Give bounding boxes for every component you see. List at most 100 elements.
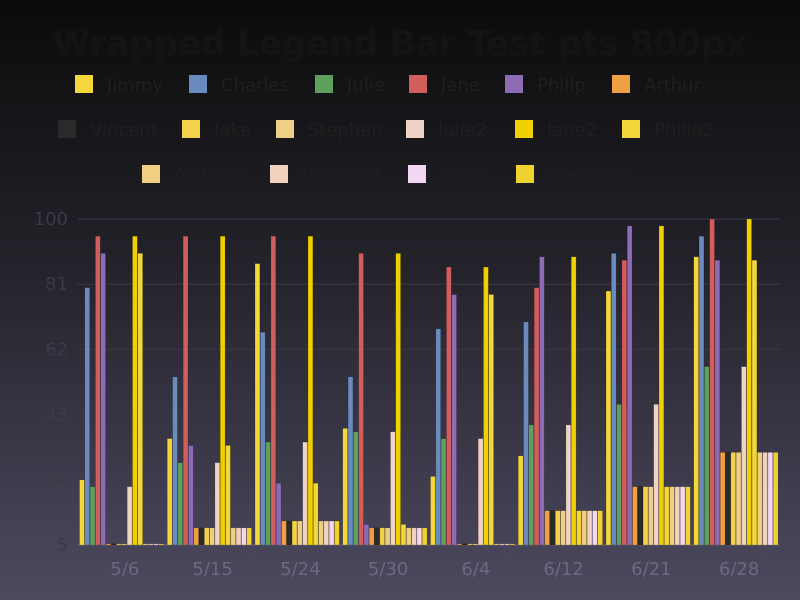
x-axis: 5/6 5/15 5/24 5/30 6/4 6/12 6/21 6/28 bbox=[110, 559, 759, 580]
bar-philip bbox=[626, 225, 633, 546]
bar-philip2 bbox=[313, 482, 319, 546]
bar-julie2 bbox=[741, 366, 747, 546]
bar-vincent bbox=[111, 543, 117, 546]
bar-stephen2 bbox=[334, 520, 340, 546]
bar-stephen bbox=[648, 486, 654, 546]
bar-stephen2 bbox=[421, 527, 428, 546]
bar-charles bbox=[84, 287, 90, 546]
bar-charles bbox=[347, 376, 354, 546]
bar-philip bbox=[539, 256, 545, 546]
bar-vincent bbox=[725, 452, 731, 546]
bar-jane2 bbox=[132, 235, 138, 546]
bar-stephen bbox=[121, 543, 128, 546]
bar-stephen bbox=[472, 543, 479, 546]
bar-arthur2 bbox=[493, 543, 500, 546]
bar-philip bbox=[275, 482, 282, 546]
bar-stephen2 bbox=[597, 510, 603, 546]
bar-vincent2 bbox=[762, 452, 768, 546]
bar-julie2 bbox=[390, 431, 396, 546]
bar-philip bbox=[363, 524, 370, 546]
legend-swatch bbox=[406, 120, 424, 138]
bar-jake bbox=[467, 543, 473, 546]
bar-julie2 bbox=[565, 424, 572, 546]
bar-jimmy bbox=[167, 438, 173, 546]
bar-philip2 bbox=[137, 253, 143, 546]
bar-charles bbox=[435, 328, 441, 546]
bar-julie bbox=[616, 404, 622, 546]
bar-vincent bbox=[637, 486, 643, 546]
legend: Jimmy Charles Julie Jane Philip Arthur Vincent… bbox=[58, 75, 714, 186]
bar-stephen2 bbox=[685, 486, 691, 546]
legend-swatch bbox=[276, 120, 294, 138]
bar-stephen2 bbox=[246, 527, 252, 546]
bar-arthur2 bbox=[318, 520, 324, 546]
bar-philip bbox=[188, 445, 194, 546]
bar-jake2 bbox=[241, 527, 247, 546]
bar-stephen bbox=[735, 452, 742, 546]
x-tick-label: 6/28 bbox=[719, 559, 759, 580]
bar-vincent bbox=[198, 527, 205, 546]
bar-jake2 bbox=[504, 543, 510, 546]
bar-julie2 bbox=[653, 404, 659, 546]
bar-philip2 bbox=[751, 259, 758, 546]
bar-julie bbox=[704, 366, 710, 546]
bar-julie bbox=[440, 438, 447, 546]
bar-jake2 bbox=[416, 527, 423, 546]
bar-jane bbox=[95, 235, 101, 546]
bar-philip2 bbox=[400, 524, 407, 546]
bar-vincent2 bbox=[674, 486, 681, 546]
bar-charles bbox=[611, 253, 617, 546]
bar-charles bbox=[260, 331, 266, 546]
bar-jimmy bbox=[605, 290, 612, 546]
bar-jake bbox=[642, 486, 649, 546]
y-tick-label: 5 bbox=[57, 535, 68, 556]
bar-arthur bbox=[632, 486, 638, 546]
x-tick-label: 6/12 bbox=[543, 559, 583, 580]
legend-swatch bbox=[189, 75, 207, 93]
legend-swatch bbox=[516, 165, 534, 183]
bar-arthur2 bbox=[669, 486, 675, 546]
legend-swatch bbox=[612, 75, 630, 93]
legend-swatch bbox=[505, 75, 523, 93]
bar-philip2 bbox=[664, 486, 670, 546]
legend-label: Philip bbox=[537, 75, 586, 96]
bar-stephen2 bbox=[509, 543, 516, 546]
bar-julie bbox=[89, 486, 96, 546]
legend-label: Vincent bbox=[90, 120, 158, 141]
bar-julie2 bbox=[126, 486, 133, 546]
bar-jake bbox=[555, 510, 561, 546]
bar-philip bbox=[714, 259, 721, 546]
bar-jimmy bbox=[254, 263, 261, 546]
bar-jane2 bbox=[219, 235, 226, 546]
x-tick-label: 6/4 bbox=[461, 559, 490, 580]
bar-vincent2 bbox=[411, 527, 417, 546]
bar-jane bbox=[533, 287, 540, 546]
legend-swatch bbox=[315, 75, 333, 93]
bar-vincent2 bbox=[499, 543, 505, 546]
bar-julie2 bbox=[214, 462, 221, 546]
x-tick-label: 5/6 bbox=[110, 559, 139, 580]
x-tick-label: 5/15 bbox=[192, 559, 232, 580]
y-tick-label: 24 bbox=[45, 470, 68, 491]
bar-stephen2 bbox=[772, 452, 779, 546]
bar-jake bbox=[730, 452, 736, 546]
bar-jane2 bbox=[395, 253, 401, 546]
legend-label: Jane bbox=[440, 75, 480, 96]
bar-jane bbox=[446, 266, 452, 546]
bar-vincent bbox=[462, 543, 468, 546]
bar-jimmy bbox=[430, 476, 436, 546]
bar-arthur bbox=[456, 543, 463, 546]
bar-jake2 bbox=[153, 543, 159, 546]
bar-jake2 bbox=[592, 510, 598, 546]
x-tick-label: 6/21 bbox=[631, 559, 671, 580]
legend-swatch bbox=[142, 165, 160, 183]
bar-arthur bbox=[105, 543, 112, 546]
bar-jane2 bbox=[570, 256, 577, 546]
legend-swatch bbox=[622, 120, 640, 138]
y-tick-label: 62 bbox=[45, 339, 68, 360]
legend-swatch bbox=[408, 165, 426, 183]
legend-swatch bbox=[409, 75, 427, 93]
bar-jimmy bbox=[693, 256, 699, 546]
bar-charles bbox=[698, 235, 705, 546]
bar-jane bbox=[182, 235, 189, 546]
